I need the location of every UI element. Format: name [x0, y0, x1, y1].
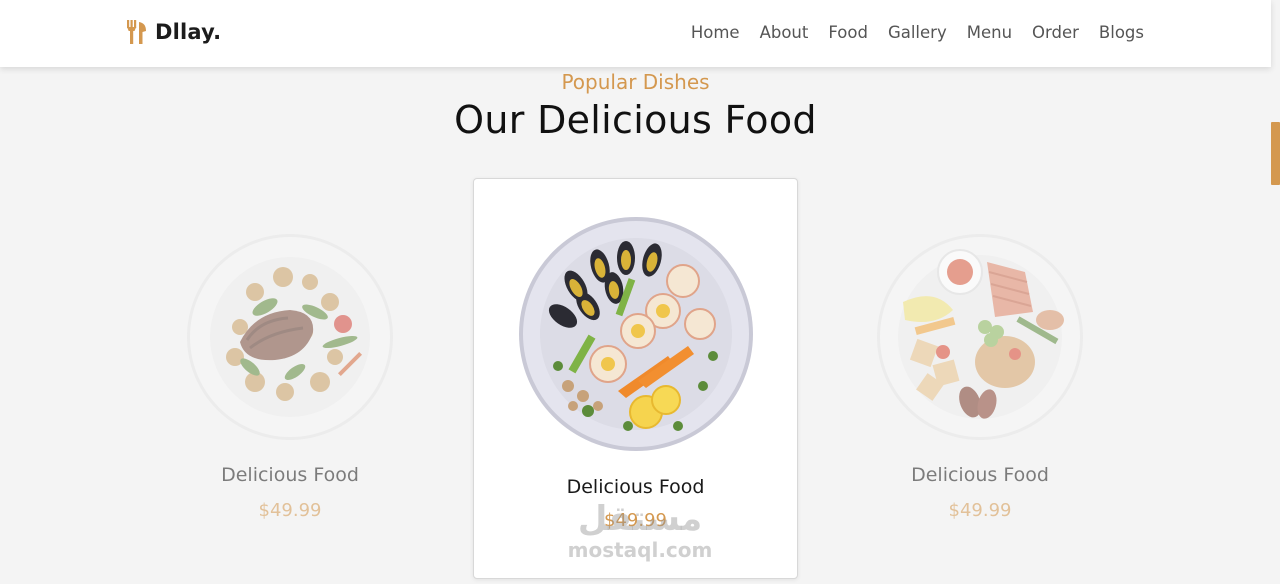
- dish-name: Delicious Food: [911, 464, 1049, 486]
- section-subtitle: Popular Dishes: [561, 70, 710, 94]
- dish-price: $49.99: [948, 500, 1012, 521]
- top-navbar: Dllay. Home About Food Gallery Menu Orde…: [0, 0, 1271, 67]
- nav-link-about[interactable]: About: [760, 23, 809, 42]
- dish-image-seafood: [518, 217, 753, 451]
- nav-link-menu[interactable]: Menu: [967, 23, 1012, 42]
- page-scrollbar[interactable]: [1271, 0, 1280, 584]
- nav-link-gallery[interactable]: Gallery: [888, 23, 947, 42]
- dish-price: $49.99: [604, 510, 667, 531]
- brand-name: Dllay.: [155, 20, 222, 44]
- dish-card-left[interactable]: Delicious Food $49.99: [180, 232, 400, 521]
- nav-link-blogs[interactable]: Blogs: [1099, 23, 1144, 42]
- section-heading: Popular Dishes Our Delicious Food: [0, 68, 1271, 142]
- dish-name: Delicious Food: [566, 476, 705, 498]
- scrollbar-thumb[interactable]: [1271, 122, 1280, 185]
- fork-knife-icon: [127, 20, 146, 44]
- main-nav: Home About Food Gallery Menu Order Blogs: [691, 23, 1144, 42]
- dish-name: Delicious Food: [221, 464, 359, 486]
- dish-price: $49.99: [258, 500, 322, 521]
- dish-image-mixed: [877, 234, 1083, 440]
- nav-link-order[interactable]: Order: [1032, 23, 1079, 42]
- section-title: Our Delicious Food: [454, 98, 817, 142]
- nav-link-food[interactable]: Food: [828, 23, 868, 42]
- nav-link-home[interactable]: Home: [691, 23, 740, 42]
- dish-card-featured[interactable]: Delicious Food $49.99: [473, 178, 798, 579]
- dish-card-right[interactable]: Delicious Food $49.99: [870, 232, 1090, 521]
- dish-image-steak: [187, 234, 393, 440]
- brand-logo[interactable]: Dllay.: [125, 20, 221, 44]
